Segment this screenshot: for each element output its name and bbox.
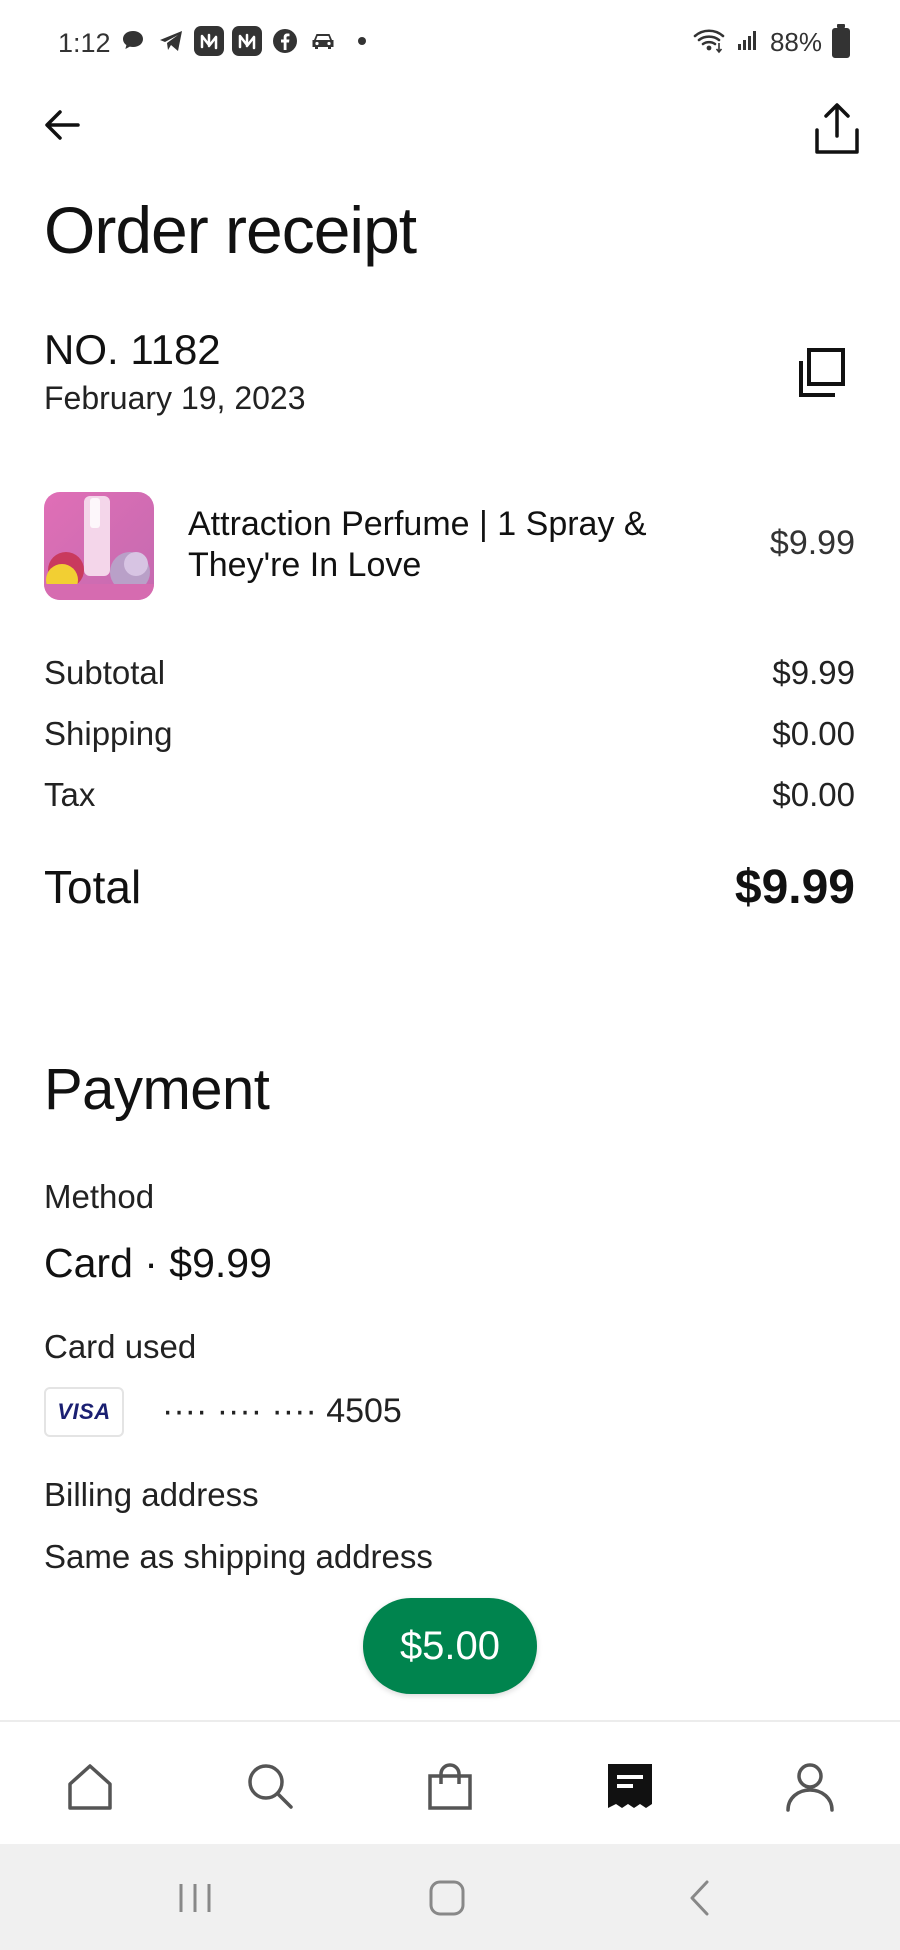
system-back-button[interactable] [676,1874,726,1922]
order-date: February 19, 2023 [44,380,306,416]
nav-search[interactable] [242,1758,298,1814]
home-square-icon [429,1880,465,1916]
billing-address-label: Billing address [44,1476,259,1513]
nav-shop[interactable] [422,1758,478,1814]
app-n-icon-2 [232,26,262,56]
payment-section-title: Payment [44,1057,270,1122]
shipping-value: $0.00 [772,715,855,752]
system-navigation-bar [0,1844,900,1950]
nav-profile[interactable] [782,1758,838,1814]
subtotal-value: $9.99 [772,654,855,691]
visa-card-icon: VISA [44,1387,124,1437]
method-value: Card · $9.99 [44,1240,272,1286]
share-button[interactable] [810,100,864,158]
arrow-left-icon [45,110,80,140]
wifi-icon [692,26,726,59]
system-status: 88% [692,23,850,59]
recent-apps-icon [179,1884,211,1912]
battery-icon [832,23,850,58]
battery-percentage: 88% [769,27,822,57]
credit-pill-button[interactable]: $5.00 [363,1598,537,1694]
chevron-left-icon [690,1880,709,1916]
total-value: $9.99 [734,861,855,914]
billing-address-value: Same as shipping address [44,1538,433,1575]
shopping-bag-icon [428,1763,472,1810]
card-used-label: Card used [44,1328,197,1365]
card-number: ···· ···· ···· 4505 [162,1392,402,1430]
chat-bubble-icon [118,26,148,56]
copy-icon [799,348,845,397]
status-time: 1:12 [58,28,111,58]
profile-icon [786,1763,834,1812]
notification-icons [118,26,366,56]
product-price: $9.99 [769,524,855,562]
page-title: Order receipt [44,193,417,267]
product-image[interactable] [44,492,154,600]
nav-home[interactable] [62,1758,118,1814]
recent-apps-button[interactable] [170,1874,220,1922]
receipt-icon [608,1764,652,1808]
tax-label: Tax [44,776,96,813]
signal-icon [736,28,760,57]
car-icon [308,26,338,56]
product-title[interactable]: Attraction Perfume | 1 Spray & They're I… [188,504,688,586]
search-icon [248,1764,293,1809]
back-button[interactable] [38,100,88,150]
status-bar: 1:12 88% [0,0,900,90]
nav-orders[interactable] [602,1758,658,1814]
telegram-icon [156,26,186,56]
shipping-label: Shipping [44,715,173,752]
app-n-icon [194,26,224,56]
share-icon [815,103,859,154]
total-label: Total [44,861,142,913]
subtotal-label: Subtotal [44,654,166,691]
tax-value: $0.00 [772,776,855,813]
home-icon [68,1764,112,1810]
bottom-navigation [0,1720,900,1844]
copy-button[interactable] [792,344,850,402]
home-system-button[interactable] [422,1874,472,1922]
more-notifications-dot [358,37,366,45]
method-label: Method [44,1178,155,1215]
order-number: NO. 1182 [44,326,221,373]
facebook-icon [270,26,300,56]
